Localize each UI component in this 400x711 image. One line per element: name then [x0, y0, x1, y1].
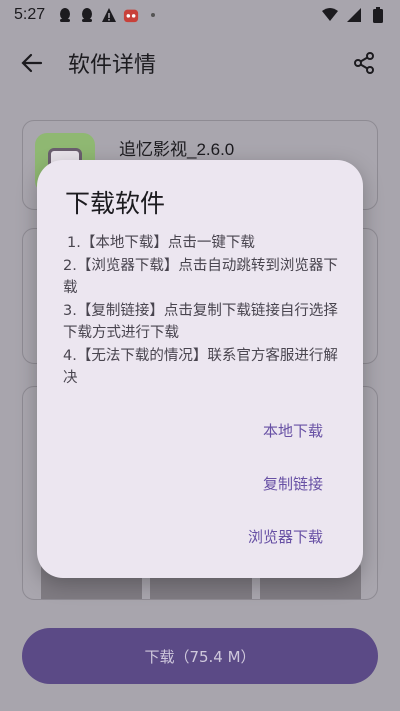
- app-notification-icon: [123, 7, 139, 23]
- dialog-title: 下载软件: [65, 189, 166, 218]
- status-right: [322, 7, 386, 23]
- status-left: 5:27: [14, 6, 161, 24]
- share-icon[interactable]: [352, 51, 376, 75]
- status-time: 5:27: [14, 6, 46, 23]
- instruction-item: 1.【本地下载】点击一键下载: [67, 235, 255, 251]
- browser-download-button[interactable]: 浏览器下载: [248, 526, 323, 547]
- wifi-icon: [322, 7, 338, 23]
- instruction-item: 4.【无法下载的情况】联系官方客服进行解决: [63, 347, 338, 387]
- download-dialog: 下载软件 1.【本地下载】点击一键下载 2.【浏览器下载】点击自动跳转到浏览器下…: [37, 160, 363, 578]
- status-bar: 5:27: [0, 0, 400, 30]
- warning-icon: [101, 7, 117, 23]
- qq-icon: [79, 7, 95, 23]
- instruction-item: 2.【浏览器下载】点击自动跳转到浏览器下载: [63, 257, 338, 297]
- page-title: 软件详情: [68, 53, 157, 78]
- battery-icon: [370, 7, 386, 23]
- instruction-item: 3.【复制链接】点击复制下载链接自行选择下载方式进行下载: [63, 302, 338, 342]
- qq-icon: [57, 7, 73, 23]
- download-button[interactable]: 下载（75.4 M）: [22, 628, 378, 684]
- copy-link-button[interactable]: 复制链接: [263, 473, 323, 494]
- dialog-instructions: 1.【本地下载】点击一键下载 2.【浏览器下载】点击自动跳转到浏览器下载 3.【…: [63, 232, 345, 390]
- app-bar: 软件详情: [0, 30, 400, 96]
- more-dot-icon: [145, 7, 161, 23]
- back-arrow-icon[interactable]: [20, 51, 44, 75]
- signal-icon: [346, 7, 362, 23]
- local-download-button[interactable]: 本地下载: [263, 420, 323, 441]
- app-name: 追忆影视_2.6.0: [119, 140, 235, 159]
